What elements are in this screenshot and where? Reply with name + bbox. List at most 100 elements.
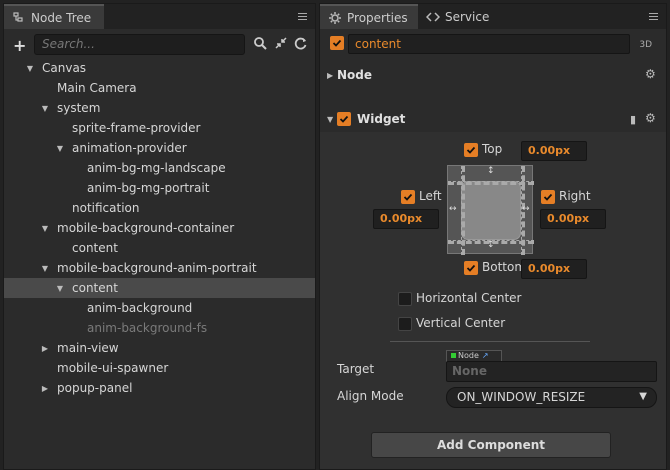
code-icon bbox=[426, 11, 440, 22]
tree-node[interactable]: anim-background-fs bbox=[4, 318, 315, 338]
tree-node-label: anim-bg-mg-portrait bbox=[87, 181, 210, 195]
tree-node-label: sprite-frame-provider bbox=[72, 121, 201, 135]
check-icon bbox=[339, 115, 349, 123]
left-label: Left bbox=[419, 189, 442, 203]
add-node-icon[interactable]: + bbox=[13, 36, 26, 55]
properties-panel: Properties Service content 3D ▶ Node ⚙ ▼… bbox=[319, 3, 667, 470]
target-field[interactable]: None bbox=[446, 361, 657, 382]
left-value-field[interactable]: 0.00px bbox=[373, 209, 439, 229]
check-icon bbox=[466, 264, 476, 272]
help-book-icon[interactable]: ▮ bbox=[630, 113, 636, 126]
widget-enabled-checkbox[interactable] bbox=[337, 112, 351, 126]
right-value-field[interactable]: 0.00px bbox=[540, 209, 606, 229]
tree-node[interactable]: ▶ main-view bbox=[4, 338, 315, 358]
expanded-arrow-icon: ▼ bbox=[327, 114, 334, 124]
tree-node-label: mobile-ui-spawner bbox=[57, 361, 169, 375]
tab-service[interactable]: Service bbox=[418, 4, 498, 29]
tree-node-label: mobile-background-container bbox=[57, 221, 235, 235]
node-tree-tabbar: Node Tree bbox=[4, 4, 315, 29]
tab-node-tree[interactable]: Node Tree bbox=[4, 4, 104, 29]
check-icon bbox=[466, 146, 476, 154]
guide-line bbox=[448, 181, 534, 185]
tree-node[interactable]: ▼ system bbox=[4, 98, 315, 118]
widget-section-label: Widget bbox=[357, 112, 406, 126]
properties-menu-icon[interactable] bbox=[649, 13, 658, 20]
properties-tabbar: Properties Service bbox=[320, 4, 666, 29]
node-type-tag-label: Node bbox=[458, 351, 479, 360]
align-mode-select[interactable]: ON_WINDOW_RESIZE ▼ bbox=[446, 387, 657, 408]
target-label: Target bbox=[337, 362, 375, 376]
tree-node[interactable]: ▼ mobile-background-anim-portrait bbox=[4, 258, 315, 278]
tree-node[interactable]: ▼ content bbox=[4, 278, 315, 298]
top-label: Top bbox=[482, 142, 503, 156]
tree-node[interactable]: anim-bg-mg-landscape bbox=[4, 158, 315, 178]
tree-node-label: anim-background-fs bbox=[87, 321, 208, 335]
tree-node[interactable]: notification bbox=[4, 198, 315, 218]
divider bbox=[390, 341, 590, 342]
node-name-field[interactable]: content bbox=[348, 34, 630, 54]
tree-node[interactable]: ▼ Canvas bbox=[4, 58, 315, 78]
align-mode-value: ON_WINDOW_RESIZE bbox=[457, 390, 586, 404]
tree-node-label: popup-panel bbox=[57, 381, 133, 395]
refresh-icon[interactable] bbox=[294, 36, 308, 50]
horizontal-center-checkbox[interactable] bbox=[398, 292, 412, 306]
tree-node-label: content bbox=[72, 241, 118, 255]
node-section-label: Node bbox=[337, 68, 373, 82]
horizontal-center-label: Horizontal Center bbox=[416, 291, 522, 305]
gear-icon bbox=[329, 11, 341, 24]
tree-node-label: anim-background bbox=[87, 301, 193, 315]
tree-node[interactable]: ▶ popup-panel bbox=[4, 378, 315, 398]
node-active-checkbox[interactable] bbox=[330, 36, 344, 50]
mode-3d-label[interactable]: 3D bbox=[639, 40, 652, 50]
tree-node[interactable]: Main Camera bbox=[4, 78, 315, 98]
expand-arrow-icon[interactable]: ▼ bbox=[39, 264, 51, 273]
collapse-arrow-icon[interactable]: ▶ bbox=[39, 384, 51, 393]
expand-arrow-icon[interactable]: ▼ bbox=[39, 224, 51, 233]
right-label: Right bbox=[559, 189, 591, 203]
tree-node[interactable]: ▼ animation-provider bbox=[4, 138, 315, 158]
add-component-button[interactable]: Add Component bbox=[371, 432, 611, 458]
tree-node[interactable]: content bbox=[4, 238, 315, 258]
tree-node[interactable]: anim-background bbox=[4, 298, 315, 318]
expand-arrow-icon[interactable]: ▼ bbox=[39, 104, 51, 113]
tree-node-label: Main Camera bbox=[57, 81, 137, 95]
node-tree-icon bbox=[13, 11, 23, 22]
check-icon bbox=[543, 193, 553, 201]
widget-settings-gear-icon[interactable]: ⚙ bbox=[645, 112, 656, 124]
top-value-field[interactable]: 0.00px bbox=[521, 141, 587, 161]
node-tree-menu-icon[interactable] bbox=[298, 13, 307, 20]
tree-node[interactable]: ▼ mobile-background-container bbox=[4, 218, 315, 238]
tab-properties[interactable]: Properties bbox=[320, 4, 418, 29]
bottom-value-field[interactable]: 0.00px bbox=[521, 259, 587, 279]
collapsed-arrow-icon: ▶ bbox=[327, 70, 334, 80]
check-icon bbox=[403, 193, 413, 201]
expand-arrow-icon[interactable]: ▼ bbox=[24, 64, 36, 73]
collapse-arrow-icon[interactable]: ▶ bbox=[39, 344, 51, 353]
node-section-header[interactable]: ▶ Node ⚙ bbox=[320, 63, 666, 87]
node-type-icon bbox=[451, 353, 456, 358]
top-checkbox[interactable] bbox=[464, 143, 478, 157]
tree-node-label: animation-provider bbox=[72, 141, 187, 155]
tree-node-label: anim-bg-mg-landscape bbox=[87, 161, 226, 175]
vertical-center-checkbox[interactable] bbox=[398, 317, 412, 331]
node-tree-panel: Node Tree + Search... ▼ Canvas Main Camera… bbox=[3, 3, 316, 470]
search-input[interactable]: Search... bbox=[34, 34, 245, 55]
alignment-diagram[interactable]: ↕ ↕ ↔ ↔ bbox=[447, 165, 534, 255]
tree-node[interactable]: mobile-ui-spawner bbox=[4, 358, 315, 378]
tree-node[interactable]: anim-bg-mg-portrait bbox=[4, 178, 315, 198]
collapse-all-icon[interactable] bbox=[274, 36, 288, 50]
tree-node[interactable]: sprite-frame-provider bbox=[4, 118, 315, 138]
tree-node-label: notification bbox=[72, 201, 140, 215]
vertical-center-label: Vertical Center bbox=[416, 316, 506, 330]
check-icon bbox=[332, 39, 342, 47]
expand-arrow-icon[interactable]: ▼ bbox=[54, 284, 66, 293]
expand-arrow-icon[interactable]: ▼ bbox=[54, 144, 66, 153]
widget-section-header[interactable]: ▼ Widget ▮ ⚙ bbox=[320, 107, 666, 131]
tree-node-label: content bbox=[72, 281, 118, 295]
bottom-checkbox[interactable] bbox=[464, 261, 478, 275]
left-checkbox[interactable] bbox=[401, 190, 415, 204]
search-icon[interactable] bbox=[253, 36, 267, 50]
tree-node-label: mobile-background-anim-portrait bbox=[57, 261, 257, 275]
right-checkbox[interactable] bbox=[541, 190, 555, 204]
node-settings-gear-icon[interactable]: ⚙ bbox=[645, 68, 656, 80]
